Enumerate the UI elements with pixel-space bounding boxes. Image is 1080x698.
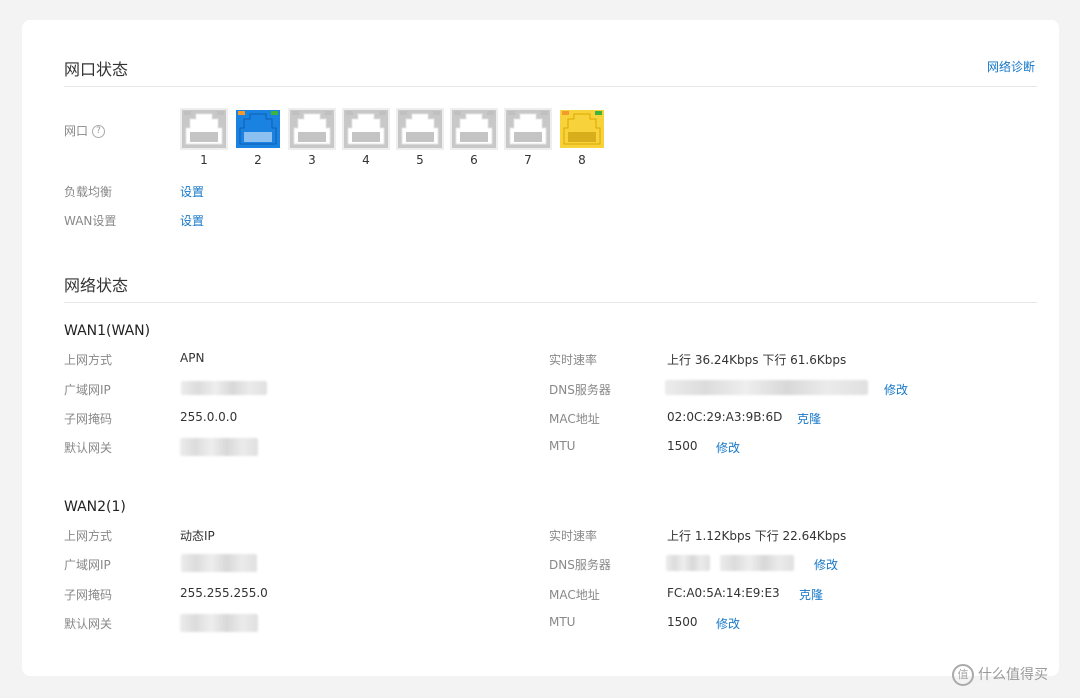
wan1-dns-label: DNS服务器 — [549, 383, 611, 397]
wan2-speed-value: 上行 1.12Kbps 下行 22.64Kbps — [667, 529, 847, 543]
wan1-gateway-label: 默认网关 — [64, 441, 113, 455]
main-card: 网口状态 网络诊断 网口? 1 2 3 4 5 6 7 8 负载均衡 设置 WA… — [22, 20, 1059, 676]
ethernet-port-icon — [288, 108, 336, 150]
wan2-mac-label: MAC地址 — [549, 588, 600, 602]
port-number-label: 7 — [524, 153, 532, 167]
port-number-label: 3 — [308, 153, 316, 167]
port-status-title: 网口状态 — [64, 60, 129, 79]
port-number-label: 1 — [200, 153, 208, 167]
help-icon[interactable]: ? — [92, 125, 106, 138]
ethernet-port-5[interactable] — [396, 108, 444, 150]
wan2-mac-value: FC:A0:5A:14:E9:E3 — [667, 586, 780, 600]
ports-label: 网口? — [64, 122, 106, 139]
ethernet-port-4[interactable] — [342, 108, 390, 150]
watermark: 值什么值得买 — [952, 664, 1048, 686]
network-diagnose-link[interactable]: 网络诊断 — [987, 58, 1035, 75]
ethernet-port-icon — [234, 108, 282, 150]
wan2-access-value: 动态IP — [180, 529, 215, 543]
ethernet-port-7[interactable] — [504, 108, 552, 150]
wan2-speed-label: 实时速率 — [549, 529, 598, 543]
wan2-dns1-redacted — [666, 555, 710, 571]
wan2-mtu-value: 1500 — [667, 615, 698, 629]
wan1-dns-edit-link[interactable]: 修改 — [884, 381, 908, 398]
wan-settings-link[interactable]: 设置 — [180, 212, 204, 229]
wan2-dns2-redacted — [720, 555, 794, 571]
wan2-mac-clone-link[interactable]: 克隆 — [799, 586, 823, 603]
wan2-gateway-redacted — [180, 614, 258, 632]
port-number-label: 8 — [578, 153, 586, 167]
ethernet-port-icon — [342, 108, 390, 150]
ethernet-port-8[interactable] — [558, 108, 606, 150]
wan2-mtu-edit-link[interactable]: 修改 — [716, 615, 740, 632]
ports-label-text: 网口 — [64, 124, 89, 138]
ethernet-port-2[interactable] — [234, 108, 282, 150]
wan1-subnet-label: 子网掩码 — [64, 412, 113, 426]
wan1-speed-label: 实时速率 — [549, 353, 598, 367]
watermark-logo-icon: 值 — [952, 664, 974, 686]
port-number-label: 5 — [416, 153, 424, 167]
wan2-title: WAN2(1) — [64, 499, 126, 515]
ethernet-port-3[interactable] — [288, 108, 336, 150]
wan2-dns-label: DNS服务器 — [549, 558, 611, 572]
wan2-wan-ip-redacted — [181, 554, 257, 572]
wan1-access-value: APN — [180, 351, 205, 365]
wan1-mtu-edit-link[interactable]: 修改 — [716, 439, 740, 456]
wan2-wan-ip-label: 广域网IP — [64, 558, 111, 572]
ethernet-port-6[interactable] — [450, 108, 498, 150]
wan1-dns-redacted — [665, 380, 868, 395]
wan2-subnet-label: 子网掩码 — [64, 588, 113, 602]
wan1-mtu-label: MTU — [549, 439, 576, 453]
load-balance-label: 负载均衡 — [64, 185, 113, 199]
ethernet-port-icon — [504, 108, 552, 150]
wan1-speed-value: 上行 36.24Kbps 下行 61.6Kbps — [667, 353, 847, 367]
ethernet-port-icon — [450, 108, 498, 150]
wan1-mtu-value: 1500 — [667, 439, 698, 453]
port-number-label: 6 — [470, 153, 478, 167]
wan2-dns-edit-link[interactable]: 修改 — [814, 556, 838, 573]
wan2-access-label: 上网方式 — [64, 529, 113, 543]
wan1-subnet-value: 255.0.0.0 — [180, 410, 238, 424]
port-number-label: 2 — [254, 153, 262, 167]
ethernet-port-1[interactable] — [180, 108, 228, 150]
wan1-mac-label: MAC地址 — [549, 412, 600, 426]
network-status-title: 网络状态 — [64, 276, 129, 295]
wan1-mac-value: 02:0C:29:A3:9B:6D — [667, 410, 783, 424]
ethernet-port-icon — [396, 108, 444, 150]
ethernet-port-icon — [180, 108, 228, 150]
watermark-text: 什么值得买 — [978, 667, 1048, 683]
wan2-subnet-value: 255.255.255.0 — [180, 586, 268, 600]
ethernet-port-icon — [558, 108, 606, 150]
divider — [64, 302, 1037, 303]
wan1-access-label: 上网方式 — [64, 353, 113, 367]
wan1-gateway-redacted — [180, 438, 258, 456]
wan1-wan-ip-label: 广域网IP — [64, 383, 111, 397]
wan-settings-label: WAN设置 — [64, 214, 117, 228]
wan1-title: WAN1(WAN) — [64, 323, 151, 339]
wan2-mtu-label: MTU — [549, 615, 576, 629]
wan1-mac-clone-link[interactable]: 克隆 — [797, 410, 821, 427]
divider — [64, 86, 1037, 87]
wan1-wan-ip-redacted — [181, 381, 267, 395]
port-number-label: 4 — [362, 153, 370, 167]
wan2-gateway-label: 默认网关 — [64, 617, 113, 631]
load-balance-settings-link[interactable]: 设置 — [180, 183, 204, 200]
